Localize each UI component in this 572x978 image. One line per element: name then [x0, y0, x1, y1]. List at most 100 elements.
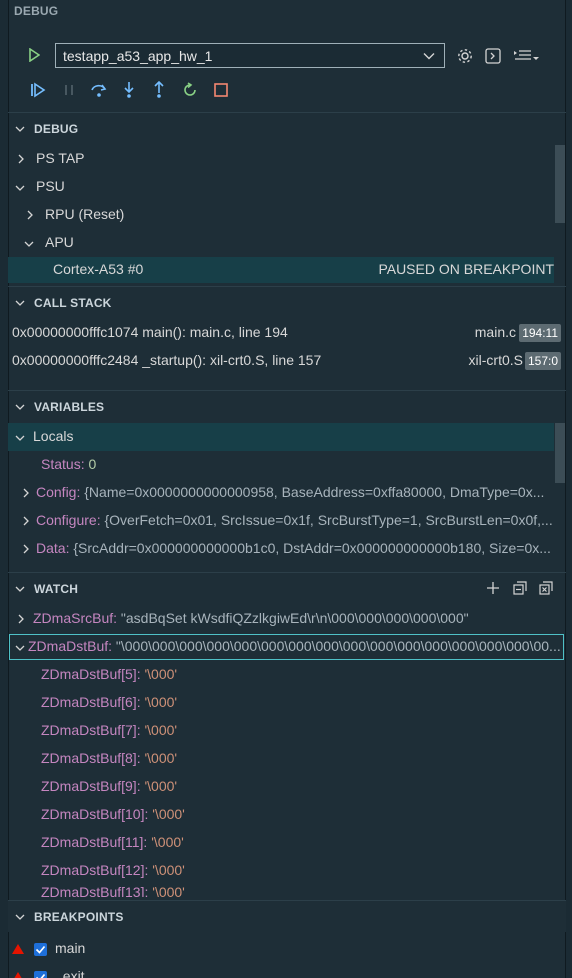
watch-child-value: '\000' [144, 666, 178, 682]
section-title-breakpoints: BREAKPOINTS [34, 910, 124, 924]
variables-section-header[interactable]: VARIABLES [8, 390, 566, 422]
variable-name: Data: [36, 540, 70, 556]
breakpoints-section-header[interactable]: BREAKPOINTS [8, 900, 566, 932]
variable-item[interactable]: Config: {Name=0x0000000000000958, BaseAd… [8, 479, 554, 507]
breakpoint-checkbox[interactable] [34, 971, 47, 978]
pause-icon[interactable] [62, 83, 76, 97]
breakpoint-checkbox[interactable] [34, 943, 47, 956]
continue-icon[interactable] [30, 82, 46, 98]
debug-tree-item-apu[interactable]: APU [8, 229, 554, 257]
chevron-right-icon [23, 544, 29, 554]
debug-scrollbar[interactable] [555, 145, 565, 223]
watch-child-name: ZDmaDstBuf[9]: [41, 778, 141, 794]
debug-tree-item-cortex-a53-0[interactable]: Cortex-A53 #0 PAUSED ON BREAKPOINT [8, 257, 554, 283]
callstack-frame[interactable]: 0x00000000fffc2484 _startup(): xil-crt0.… [8, 347, 564, 375]
debug-tree-item-psu[interactable]: PSU [8, 173, 554, 201]
watch-child-name: ZDmaDstBuf[11]: [41, 834, 148, 850]
variable-value: {SrcAddr=0x000000000000b1c0, DstAddr=0x0… [73, 540, 551, 556]
watch-value: "\000\000\000\000\000\000\000\000\000\00… [115, 638, 561, 654]
watch-item[interactable]: ZDmaDstBuf: "\000\000\000\000\000\000\00… [8, 633, 564, 661]
launch-config-select[interactable]: testapp_a53_app_hw_1 [55, 43, 445, 68]
variable-name: Config: [36, 484, 81, 500]
restart-icon[interactable] [182, 82, 198, 98]
debug-tree-item-ps-tap[interactable]: PS TAP [8, 145, 554, 173]
watch-child[interactable]: ZDmaDstBuf[11]: '\000' [8, 829, 554, 857]
watch-child-value: '\000' [151, 834, 184, 850]
step-over-icon[interactable] [90, 81, 108, 99]
more-actions-icon[interactable] [513, 48, 541, 64]
watch-child-value: '\000' [152, 806, 185, 822]
variables-scrollbar[interactable] [555, 423, 565, 483]
variable-item[interactable]: Data: {SrcAddr=0x000000000000b1c0, DstAd… [8, 535, 554, 563]
frame-name: 0x00000000fffc1074 main(): main.c, line … [12, 324, 288, 340]
tree-label: APU [45, 234, 74, 250]
variable-value: 0 [88, 456, 97, 472]
collapse-all-icon[interactable] [513, 581, 527, 595]
remove-all-icon[interactable] [539, 581, 553, 595]
watch-name: ZDmaDstBuf: [28, 638, 113, 654]
variable-name: Configure: [36, 512, 101, 528]
watch-section-header[interactable]: WATCH [8, 572, 566, 604]
watch-child[interactable]: ZDmaDstBuf[8]: '\000' [8, 745, 554, 773]
watch-child[interactable]: ZDmaDstBuf[13]: '\000' [8, 885, 554, 897]
watch-item[interactable]: ZDmaSrcBuf: "asdBqSet kWsdfiQZzlkgiwEd\r… [8, 605, 564, 633]
checkmark-icon [35, 945, 46, 954]
chevron-down-icon [15, 435, 25, 441]
chevron-right-icon [18, 154, 24, 164]
section-title-debug: DEBUG [34, 122, 79, 136]
variable-name: Status: [41, 456, 85, 472]
watch-child-name: ZDmaDstBuf[6]: [41, 694, 141, 710]
gear-icon[interactable] [456, 47, 474, 65]
frame-name: 0x00000000fffc2484 _startup(): xil-crt0.… [12, 352, 322, 368]
chevron-right-icon [23, 488, 29, 498]
callstack-frame[interactable]: 0x00000000fffc1074 main(): main.c, line … [8, 319, 564, 347]
chevron-right-icon [18, 614, 24, 624]
frame-position: 194:11 [519, 324, 561, 342]
tree-label: Cortex-A53 #0 [53, 261, 144, 277]
watch-child[interactable]: ZDmaDstBuf[9]: '\000' [8, 773, 554, 801]
chevron-down-icon [15, 300, 25, 306]
watch-child[interactable]: ZDmaDstBuf[7]: '\000' [8, 717, 554, 745]
chevron-down-icon [24, 241, 34, 247]
watch-child-value: '\000' [144, 778, 178, 794]
start-debug-icon[interactable] [28, 48, 40, 62]
chevron-right-icon [23, 516, 29, 526]
breakpoint-label: main [55, 940, 86, 956]
breakpoint-warning-icon [12, 944, 24, 954]
tree-label: PS TAP [36, 150, 85, 166]
watch-child[interactable]: ZDmaDstBuf[10]: '\000' [8, 801, 554, 829]
watch-child[interactable]: ZDmaDstBuf[6]: '\000' [8, 689, 554, 717]
section-title-callstack: CALL STACK [34, 296, 112, 310]
watch-child-name: ZDmaDstBuf[5]: [41, 666, 141, 682]
step-out-icon[interactable] [151, 81, 167, 99]
variables-scope-locals[interactable]: Locals [8, 423, 554, 451]
watch-name: ZDmaSrcBuf: [33, 610, 118, 626]
watch-child-name: ZDmaDstBuf[8]: [41, 750, 141, 766]
debug-section-header[interactable]: DEBUG [8, 112, 566, 144]
breakpoint-item[interactable]: main [8, 935, 554, 963]
stop-icon[interactable] [213, 82, 229, 98]
watch-child-name: ZDmaDstBuf[12]: [41, 862, 149, 878]
scope-label: Locals [33, 428, 74, 444]
step-into-icon[interactable] [121, 81, 137, 99]
watch-child[interactable]: ZDmaDstBuf[5]: '\000' [8, 661, 554, 689]
watch-child-value: '\000' [152, 862, 185, 878]
watch-child-name: ZDmaDstBuf[13]: [41, 885, 149, 897]
callstack-section-header[interactable]: CALL STACK [8, 286, 566, 318]
watch-child-value: '\000' [144, 694, 178, 710]
debug-console-icon[interactable] [485, 48, 501, 64]
debug-toolbar [8, 78, 566, 102]
debug-tree-item-rpu[interactable]: RPU (Reset) [8, 201, 554, 229]
watch-child[interactable]: ZDmaDstBuf[12]: '\000' [8, 857, 554, 885]
tree-label: PSU [36, 178, 65, 194]
variable-item[interactable]: Status: 0 [8, 451, 554, 479]
watch-child-value: '\000' [144, 722, 178, 738]
variable-item[interactable]: Configure: {OverFetch=0x01, SrcIssue=0x1… [8, 507, 554, 535]
add-expression-icon[interactable] [486, 581, 500, 595]
watch-value: "asdBqSet kWsdfiQZzlkgiwEd\r\n\000\000\0… [120, 610, 469, 626]
variable-value: {Name=0x0000000000000958, BaseAddress=0x… [84, 484, 545, 500]
sidebar-title: DEBUG [14, 4, 59, 18]
chevron-down-icon [15, 914, 25, 920]
launch-config-row: testapp_a53_app_hw_1 [8, 40, 566, 72]
breakpoint-item[interactable]: _exit [8, 963, 554, 978]
